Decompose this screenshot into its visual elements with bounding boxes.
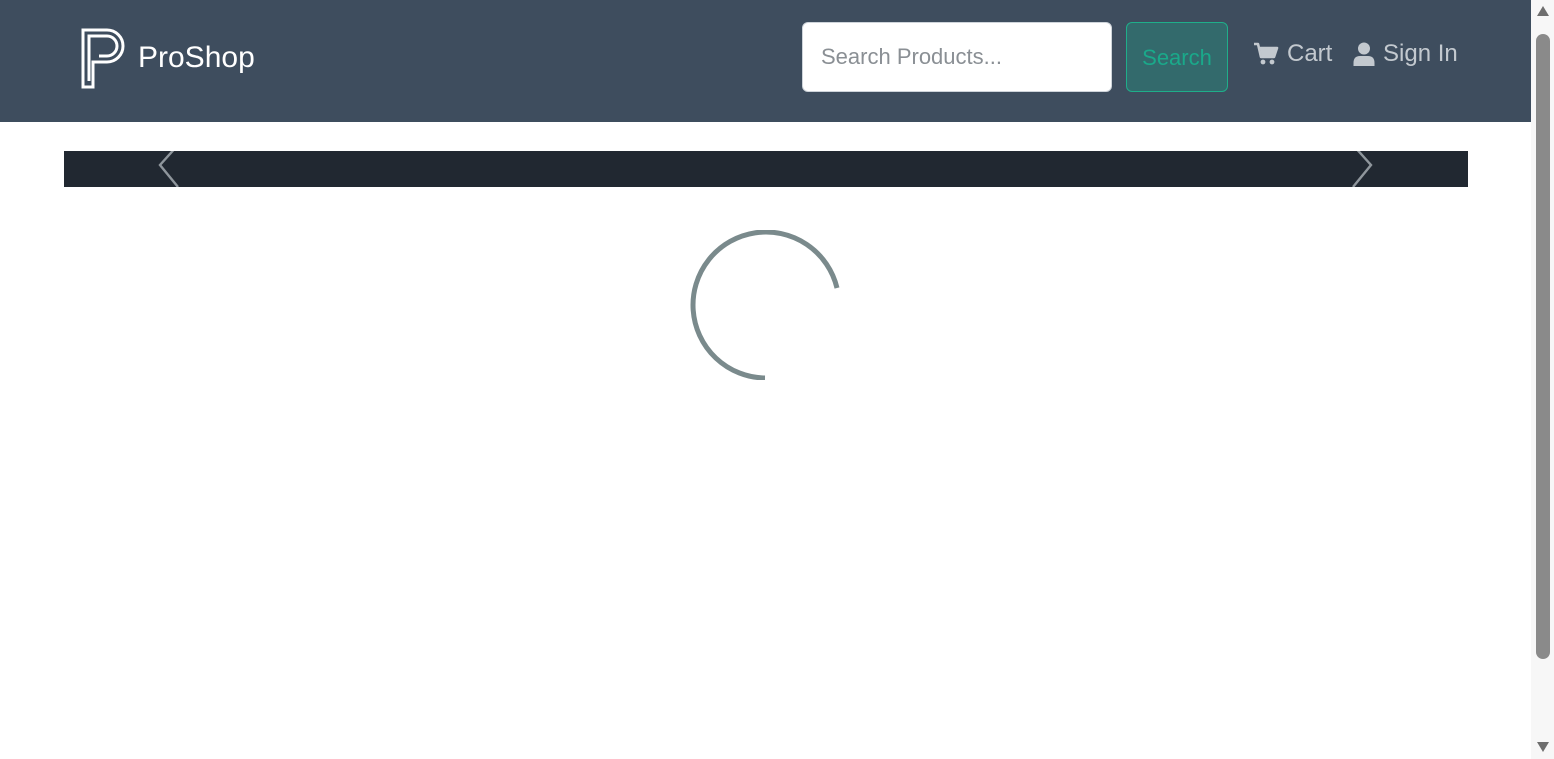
chevron-right-icon bbox=[1352, 151, 1373, 187]
user-icon bbox=[1353, 42, 1375, 66]
scroll-thumb[interactable] bbox=[1536, 34, 1550, 659]
nav-cart-label: Cart bbox=[1287, 40, 1333, 67]
nav-signin-label: Sign In bbox=[1383, 40, 1458, 67]
scroll-up-arrow-icon[interactable] bbox=[1537, 6, 1549, 16]
carousel-prev-button[interactable] bbox=[144, 151, 194, 187]
proshop-logo-icon bbox=[81, 28, 125, 89]
page-scrollbar[interactable] bbox=[1531, 0, 1554, 759]
carousel-next-button[interactable] bbox=[1337, 151, 1387, 187]
search-input[interactable] bbox=[802, 22, 1112, 92]
scroll-down-arrow-icon[interactable] bbox=[1537, 742, 1549, 752]
search-button[interactable]: Search bbox=[1126, 22, 1228, 92]
product-carousel bbox=[64, 151, 1468, 187]
brand-name: ProShop bbox=[138, 41, 255, 74]
nav-signin-link[interactable]: Sign In bbox=[1353, 34, 1458, 74]
nav-cart-link[interactable]: Cart bbox=[1253, 34, 1332, 74]
page: ProShop Search Cart Sign bbox=[0, 0, 1531, 759]
loading-spinner-icon bbox=[690, 230, 840, 380]
chevron-left-icon bbox=[158, 151, 179, 187]
navbar: ProShop Search Cart Sign bbox=[0, 0, 1531, 122]
brand-link[interactable]: ProShop bbox=[80, 26, 255, 90]
cart-icon bbox=[1253, 42, 1279, 66]
